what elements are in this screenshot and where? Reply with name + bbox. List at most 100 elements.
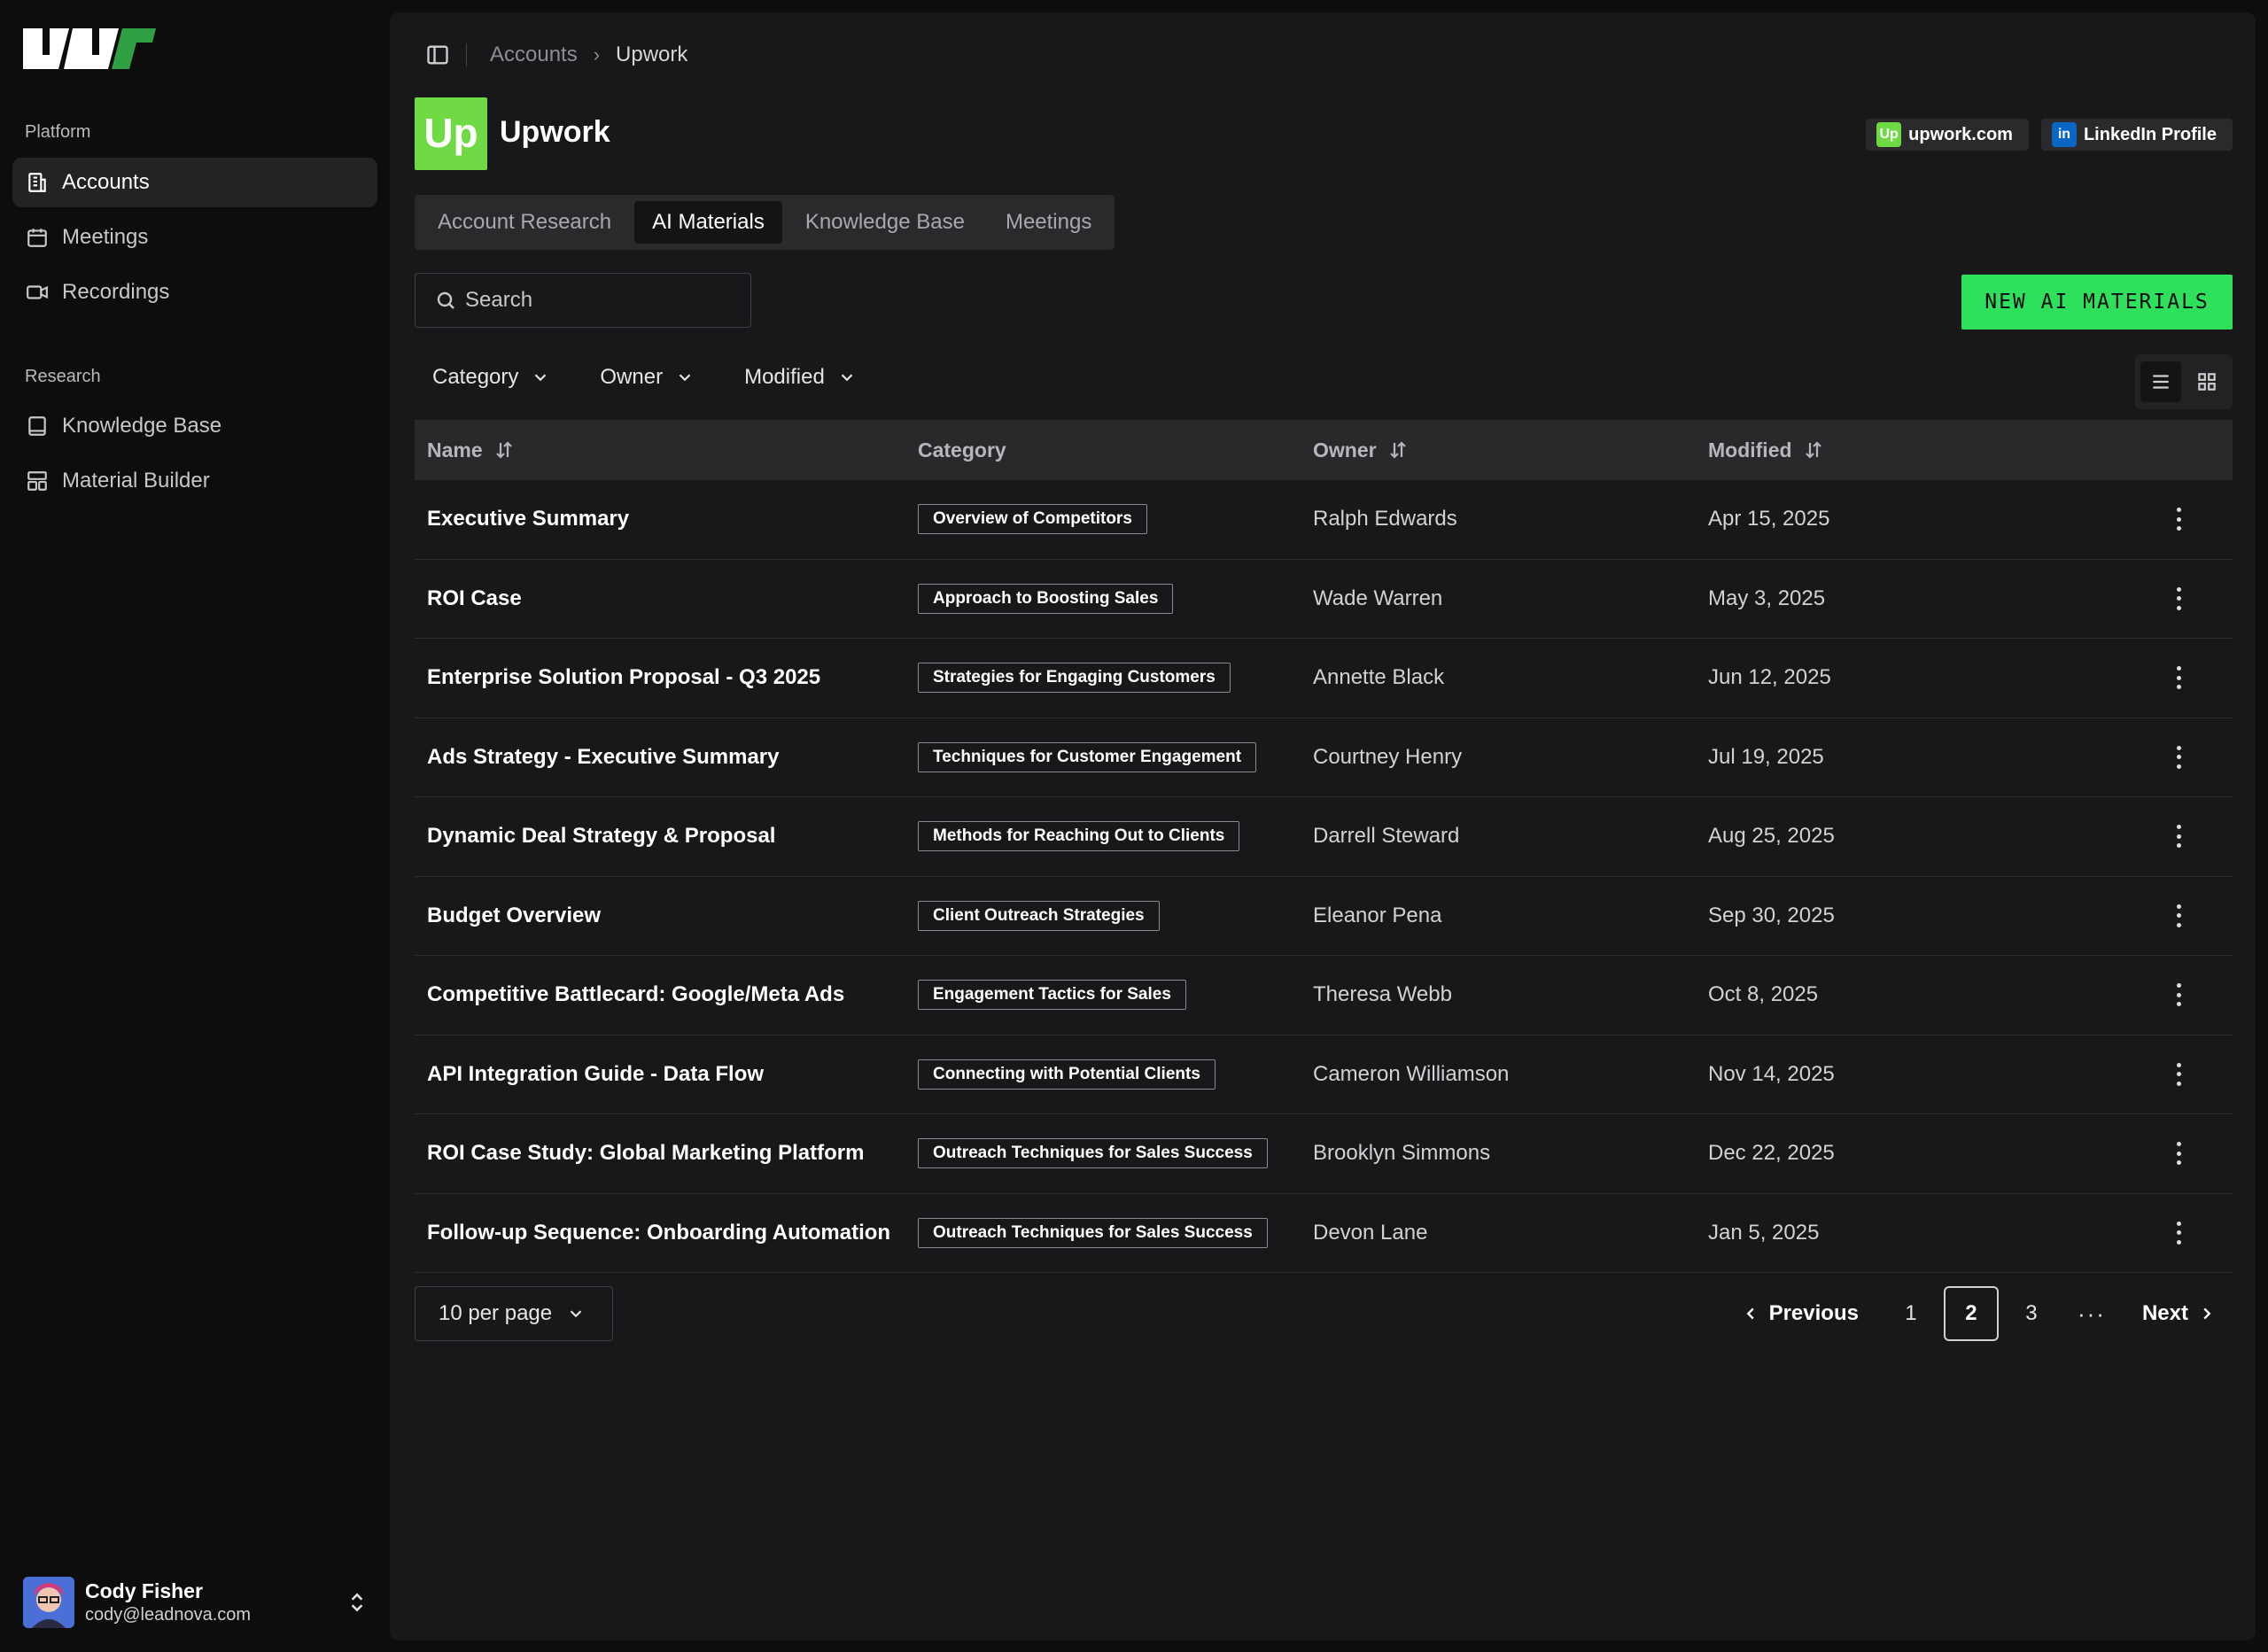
more-vertical-icon[interactable] [2175, 904, 2182, 927]
table-row[interactable]: Ads Strategy - Executive Summary Techniq… [415, 718, 2233, 797]
sort-icon [495, 441, 512, 459]
row-name[interactable]: Executive Summary [415, 507, 918, 531]
filter-modified[interactable]: Modified [744, 365, 857, 390]
page-1-button[interactable]: 1 [1884, 1286, 1938, 1341]
chevron-left-icon [1746, 1307, 1754, 1320]
sidebar-item-recordings[interactable]: Recordings [12, 268, 377, 317]
linkedin-icon: in [2051, 122, 2077, 147]
more-vertical-icon[interactable] [2175, 1221, 2182, 1245]
category-tag: Overview of Competitors [918, 504, 1147, 535]
per-page-label: 10 per page [439, 1301, 553, 1325]
row-owner: Eleanor Pena [1313, 903, 1442, 927]
row-name[interactable]: Enterprise Solution Proposal - Q3 2025 [415, 665, 918, 690]
row-modified: Aug 25, 2025 [1708, 824, 1835, 849]
more-vertical-icon[interactable] [2175, 666, 2182, 690]
book-icon [25, 414, 50, 438]
column-name[interactable]: Name [415, 438, 918, 462]
row-name[interactable]: Competitive Battlecard: Google/Meta Ads [415, 982, 918, 1007]
filter-category[interactable]: Category [432, 365, 550, 390]
video-icon [25, 280, 50, 305]
main-panel: Accounts › Upwork Up Upwork Up upwork.co… [390, 12, 2256, 1640]
table-row[interactable]: Budget Overview Client Outreach Strategi… [415, 877, 2233, 956]
category-tag: Connecting with Potential Clients [918, 1059, 1216, 1090]
sort-icon [1389, 441, 1406, 459]
website-link-label: upwork.com [1908, 124, 2013, 144]
row-modified: Oct 8, 2025 [1708, 982, 1819, 1007]
more-vertical-icon[interactable] [2175, 825, 2182, 849]
more-vertical-icon[interactable] [2175, 1142, 2182, 1166]
column-owner[interactable]: Owner [1313, 438, 1708, 462]
table-row[interactable]: Executive Summary Overview of Competitor… [415, 480, 2233, 560]
table-row[interactable]: Follow-up Sequence: Onboarding Automatio… [415, 1194, 2233, 1273]
previous-page-button[interactable]: Previous [1725, 1286, 1875, 1341]
row-owner: Ralph Edwards [1313, 507, 1457, 531]
previous-label: Previous [1768, 1301, 1859, 1325]
filter-label: Modified [744, 365, 825, 389]
tab-ai-materials[interactable]: AI Materials [634, 201, 782, 244]
table-row[interactable]: Dynamic Deal Strategy & Proposal Methods… [415, 797, 2233, 877]
row-owner: Courtney Henry [1313, 744, 1463, 769]
row-owner: Annette Black [1313, 665, 1445, 690]
tab-knowledge-base[interactable]: Knowledge Base [788, 201, 983, 244]
table-row[interactable]: ROI Case Study: Global Marketing Platfor… [415, 1114, 2233, 1194]
per-page-select[interactable]: 10 per page [415, 1286, 613, 1341]
grid-view-button[interactable] [2186, 361, 2227, 402]
page-2-button[interactable]: 2 [1943, 1286, 1999, 1341]
sidebar-toggle-icon[interactable] [425, 43, 450, 67]
company-name: Upwork [500, 115, 610, 149]
building-icon [25, 170, 50, 195]
user-profile[interactable]: Cody Fisher cody@leadnova.com [23, 1575, 369, 1630]
next-label: Next [2141, 1301, 2188, 1325]
row-modified: Dec 22, 2025 [1708, 1141, 1835, 1166]
row-owner: Wade Warren [1313, 586, 1443, 610]
row-modified: Sep 30, 2025 [1708, 903, 1835, 927]
more-pages-ellipsis: ··· [2077, 1299, 2106, 1327]
filter-owner[interactable]: Owner [600, 365, 695, 390]
more-vertical-icon[interactable] [2175, 983, 2182, 1007]
divider [466, 43, 467, 66]
sidebar-item-accounts[interactable]: Accounts [12, 158, 377, 207]
table-row[interactable]: Enterprise Solution Proposal - Q3 2025 S… [415, 639, 2233, 718]
row-name[interactable]: Follow-up Sequence: Onboarding Automatio… [415, 1221, 918, 1245]
website-link[interactable]: Up upwork.com [1866, 119, 2029, 151]
search-input[interactable] [465, 288, 731, 313]
table-row[interactable]: ROI Case Approach to Boosting Sales Wade… [415, 560, 2233, 639]
row-owner: Brooklyn Simmons [1313, 1141, 1491, 1166]
tab-account-research[interactable]: Account Research [420, 201, 629, 244]
row-modified: May 3, 2025 [1708, 586, 1826, 610]
more-vertical-icon[interactable] [2175, 586, 2182, 610]
column-label: Category [918, 438, 1006, 461]
table-row[interactable]: Competitive Battlecard: Google/Meta Ads … [415, 956, 2233, 1035]
sidebar-item-label: Recordings [62, 280, 170, 304]
next-page-button[interactable]: Next [2126, 1286, 2233, 1341]
row-name[interactable]: Budget Overview [415, 904, 918, 928]
row-name[interactable]: Dynamic Deal Strategy & Proposal [415, 824, 918, 849]
breadcrumb-accounts[interactable]: Accounts [490, 43, 578, 67]
row-name[interactable]: ROI Case Study: Global Marketing Platfor… [415, 1141, 918, 1166]
row-name[interactable]: API Integration Guide - Data Flow [415, 1062, 918, 1087]
app-logo[interactable] [23, 28, 156, 69]
category-tag: Outreach Techniques for Sales Success [918, 1138, 1268, 1169]
row-name[interactable]: ROI Case [415, 586, 918, 611]
more-vertical-icon[interactable] [2175, 745, 2182, 769]
column-modified[interactable]: Modified [1708, 438, 2124, 462]
more-vertical-icon[interactable] [2175, 1062, 2182, 1086]
more-vertical-icon[interactable] [2175, 508, 2182, 531]
list-view-button[interactable] [2140, 361, 2181, 402]
external-links: Up upwork.com in LinkedIn Profile [1866, 119, 2233, 151]
new-ai-materials-button[interactable]: NEW AI MATERIALS [1961, 275, 2233, 330]
sidebar-item-material-builder[interactable]: Material Builder [12, 456, 377, 506]
sidebar-item-knowledge-base[interactable]: Knowledge Base [12, 401, 377, 451]
sidebar-item-meetings[interactable]: Meetings [12, 213, 377, 262]
linkedin-link[interactable]: in LinkedIn Profile [2040, 119, 2233, 151]
page-3-button[interactable]: 3 [2004, 1286, 2059, 1341]
row-name[interactable]: Ads Strategy - Executive Summary [415, 745, 918, 770]
tab-meetings[interactable]: Meetings [988, 201, 1109, 244]
chevron-up-down-icon[interactable] [346, 1589, 369, 1616]
search-box[interactable] [415, 273, 751, 328]
view-toggle [2135, 354, 2233, 409]
pagination: Previous 1 2 3 ··· Next [1725, 1286, 2233, 1341]
table-row[interactable]: API Integration Guide - Data Flow Connec… [415, 1035, 2233, 1114]
sidebar-item-label: Accounts [62, 170, 150, 194]
company-logo: Up [415, 97, 487, 170]
